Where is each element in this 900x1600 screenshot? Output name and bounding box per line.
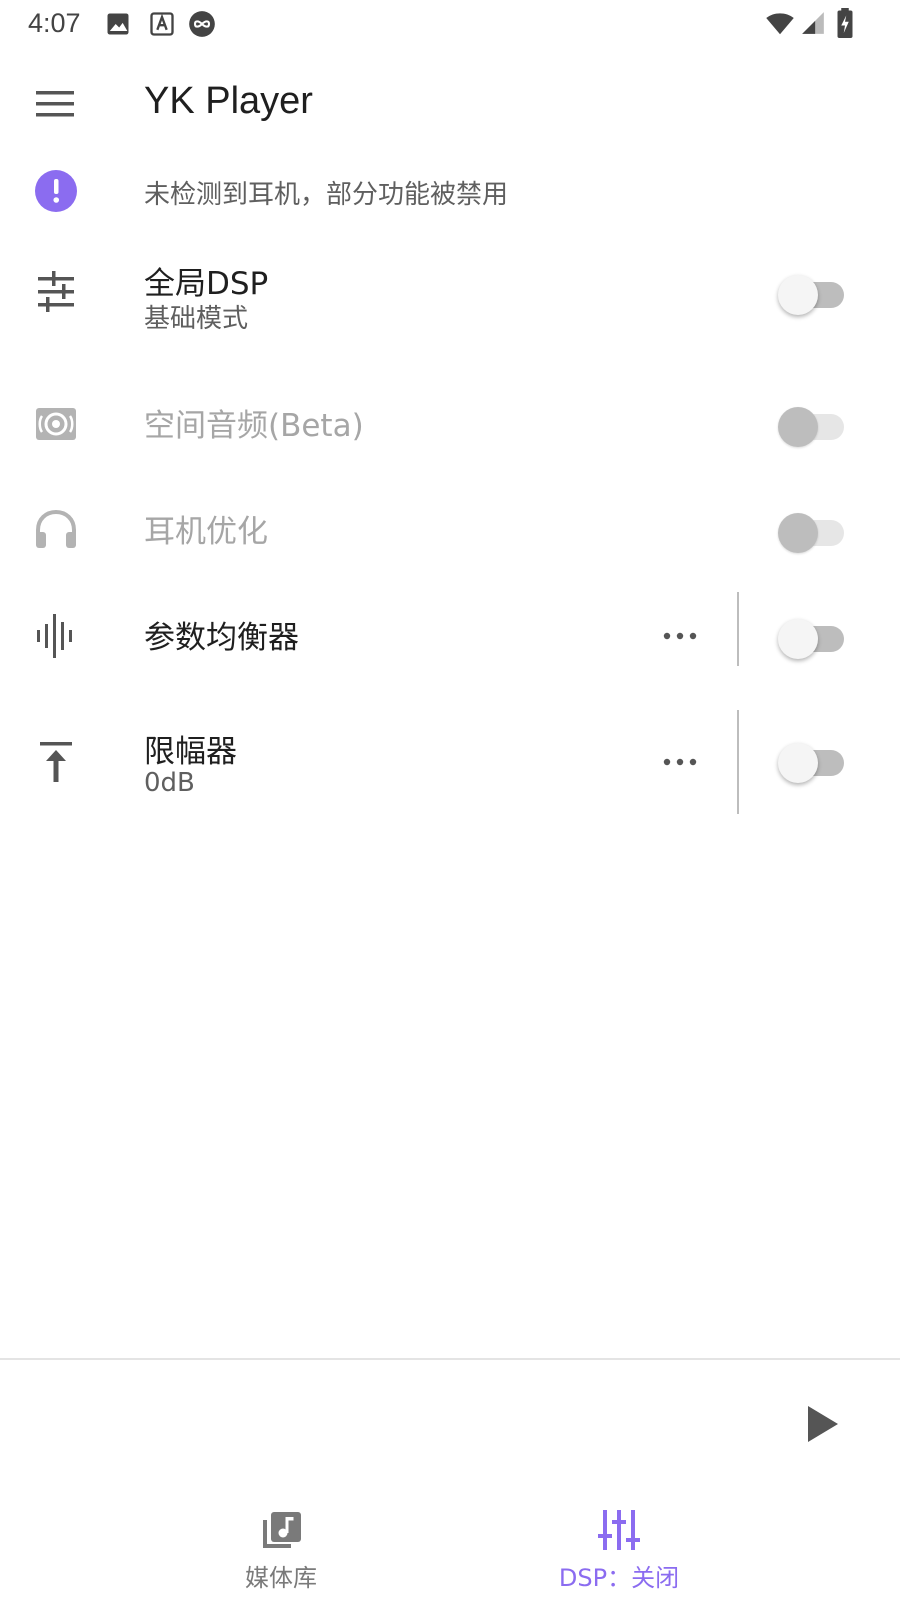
warning-text: 未检测到耳机，部分功能被禁用 bbox=[144, 180, 509, 210]
battery-charging-icon bbox=[837, 8, 853, 38]
more-horiz-icon bbox=[663, 632, 697, 640]
tune-sliders-icon bbox=[38, 271, 74, 312]
setting-title: 限幅器 bbox=[144, 734, 237, 770]
spatial-audio-switch[interactable] bbox=[778, 404, 846, 448]
limiter-switch[interactable] bbox=[778, 740, 846, 784]
nav-label: 媒体库 bbox=[245, 1564, 317, 1592]
signal-icon bbox=[802, 12, 824, 34]
switch-thumb bbox=[778, 275, 818, 315]
setting-row-spatial-audio[interactable]: 空间音频(Beta) bbox=[0, 384, 900, 464]
switch-thumb bbox=[778, 407, 818, 447]
equalizer-sliders-icon bbox=[598, 1510, 640, 1550]
setting-row-parametric-eq[interactable]: 参数均衡器 bbox=[0, 592, 900, 676]
waveform-icon bbox=[37, 614, 72, 658]
app-bar: YK Player bbox=[0, 58, 900, 150]
status-time: 4:07 bbox=[28, 8, 81, 38]
wifi-icon bbox=[766, 13, 794, 35]
headphone-optimization-switch[interactable] bbox=[778, 510, 846, 554]
setting-title: 空间音频(Beta) bbox=[144, 408, 364, 444]
parametric-eq-more-button[interactable] bbox=[655, 616, 705, 656]
infinity-icon bbox=[189, 11, 215, 37]
more-horiz-icon bbox=[663, 758, 697, 766]
setting-title: 全局DSP bbox=[144, 266, 269, 302]
setting-subtitle: 基础模式 bbox=[144, 304, 249, 334]
bottom-navigation: 媒体库 DSP：关闭 bbox=[0, 1490, 900, 1600]
setting-title: 参数均衡器 bbox=[144, 620, 299, 656]
play-icon bbox=[808, 1406, 838, 1442]
setting-row-global-dsp[interactable]: 全局DSP 基础模式 bbox=[0, 244, 900, 344]
alert-circle-icon bbox=[35, 170, 77, 212]
upload-arrow-icon bbox=[40, 742, 72, 782]
global-dsp-switch[interactable] bbox=[778, 272, 846, 316]
hamburger-menu-icon bbox=[36, 91, 74, 117]
switch-thumb bbox=[778, 619, 818, 659]
switch-thumb bbox=[778, 513, 818, 553]
menu-button[interactable] bbox=[28, 80, 84, 128]
image-icon bbox=[107, 13, 129, 35]
row-divider bbox=[737, 710, 739, 814]
headphone-warning: 未检测到耳机，部分功能被禁用 bbox=[0, 160, 900, 224]
spatial-audio-icon bbox=[36, 408, 76, 440]
switch-thumb bbox=[778, 743, 818, 783]
status-bar: 4:07 bbox=[0, 0, 900, 48]
headphones-icon bbox=[36, 509, 76, 548]
setting-row-headphone-optimization[interactable]: 耳机优化 bbox=[0, 490, 900, 570]
player-divider bbox=[0, 1358, 900, 1360]
nav-label: DSP：关闭 bbox=[558, 1564, 680, 1592]
setting-row-limiter[interactable]: 限幅器 0dB bbox=[0, 710, 900, 814]
nav-library[interactable]: 媒体库 bbox=[131, 1490, 431, 1600]
setting-title: 耳机优化 bbox=[144, 514, 268, 550]
play-button[interactable] bbox=[796, 1398, 846, 1450]
library-music-icon bbox=[263, 1512, 301, 1548]
setting-subtitle: 0dB bbox=[144, 768, 195, 798]
a-notification-icon bbox=[150, 12, 174, 36]
parametric-eq-switch[interactable] bbox=[778, 616, 846, 660]
limiter-more-button[interactable] bbox=[655, 742, 705, 782]
app-title: YK Player bbox=[144, 80, 313, 122]
nav-dsp[interactable]: DSP：关闭 bbox=[469, 1490, 769, 1600]
row-divider bbox=[737, 592, 739, 666]
